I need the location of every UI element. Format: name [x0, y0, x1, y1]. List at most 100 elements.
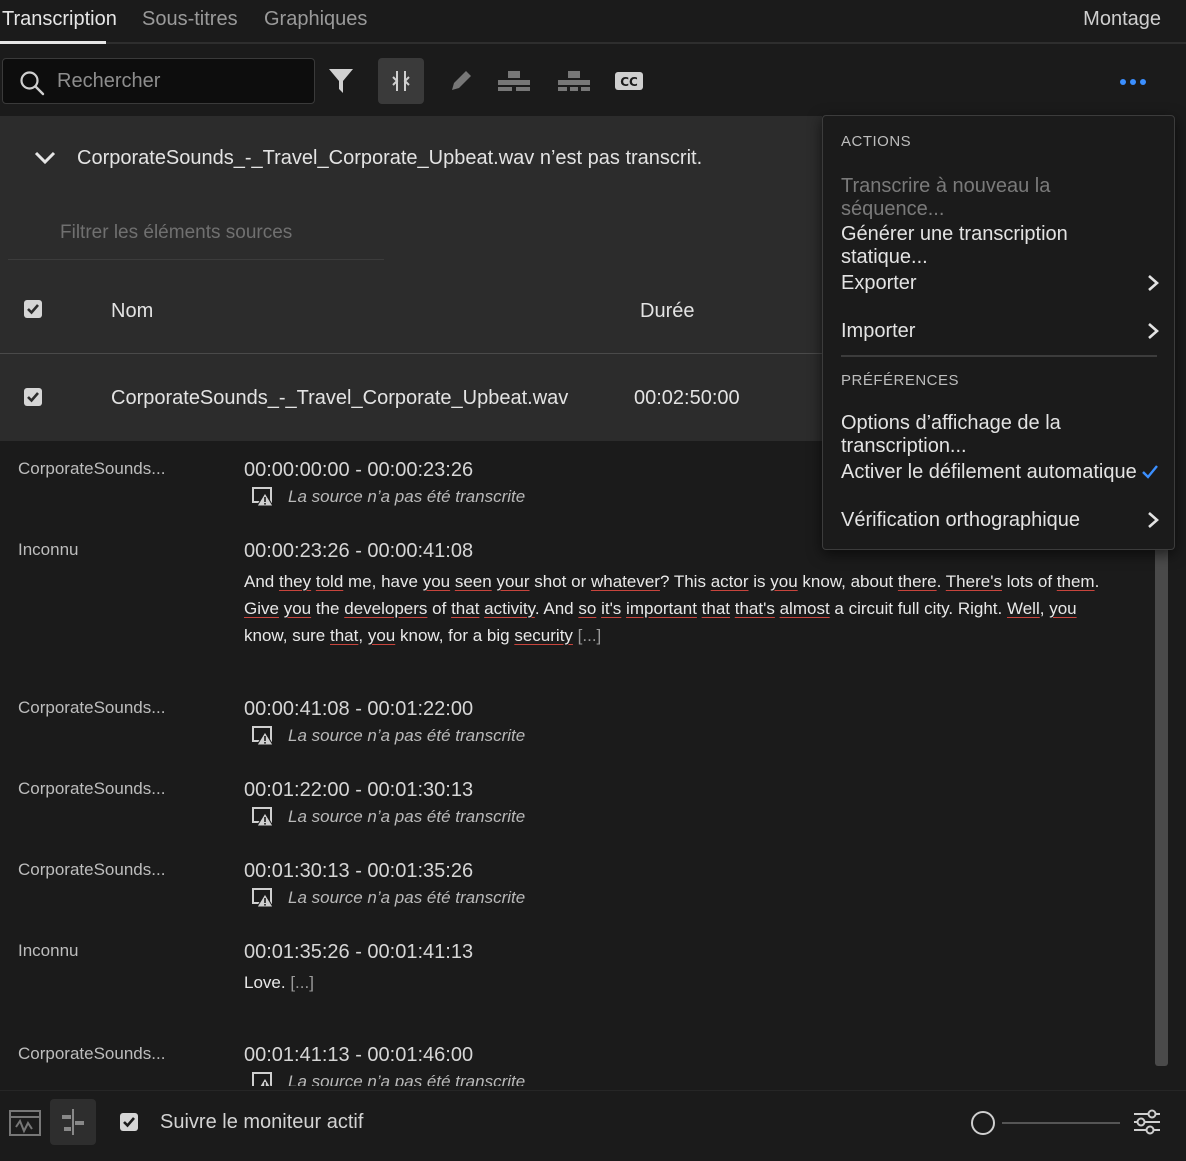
tab-subtitles[interactable]: Sous-titres — [142, 8, 238, 31]
menu-item-generate-static[interactable]: Générer une transcription statique... — [841, 223, 1159, 269]
transcript-word[interactable]: that's — [735, 599, 775, 618]
speaker-label[interactable]: CorporateSounds... — [18, 1044, 165, 1064]
segment-text[interactable]: And they told me, have you seen your sho… — [244, 568, 1114, 649]
column-header-name[interactable]: Nom — [111, 300, 153, 323]
transcript-word[interactable]: Well — [1007, 599, 1040, 618]
menu-item-autoscroll[interactable]: Activer le défilement automatique — [841, 461, 1159, 484]
column-header-duration[interactable]: Durée — [640, 300, 694, 323]
transcript-word[interactable]: know, for a big — [400, 626, 510, 645]
split-segment-icon[interactable] — [378, 58, 424, 104]
timeline-view-icon[interactable] — [50, 1099, 96, 1145]
transcript-word[interactable]: a circuit full city. Right. — [834, 599, 1002, 618]
transcript-word[interactable]: , — [1040, 599, 1045, 618]
transcript-word[interactable]: almost — [780, 599, 830, 618]
source-filter-input[interactable] — [60, 222, 360, 244]
sequence-view-icon[interactable] — [2, 1099, 48, 1145]
transcript-word[interactable]: . And — [535, 599, 574, 618]
filter-icon[interactable] — [318, 58, 364, 104]
active-tab-indicator — [0, 41, 106, 44]
transcript-segment[interactable]: CorporateSounds... 00:01:22:00 - 00:01:3… — [0, 779, 1150, 839]
transcript-word[interactable]: that — [330, 626, 358, 645]
transcript-segment[interactable]: CorporateSounds... 00:01:30:13 - 00:01:3… — [0, 860, 1150, 920]
not-transcribed-notice: CorporateSounds_-_Travel_Corporate_Upbea… — [0, 116, 822, 202]
transcript-word[interactable]: you — [423, 572, 450, 591]
search-input[interactable] — [57, 67, 297, 95]
speaker-label[interactable]: CorporateSounds... — [18, 698, 165, 718]
transcript-word[interactable]: know, about — [802, 572, 893, 591]
footer-bar: Suivre le moniteur actif — [0, 1090, 1186, 1161]
transcript-segment[interactable]: Inconnu 00:01:35:26 - 00:01:41:13 Love. … — [0, 941, 1150, 1011]
transcript-word[interactable]: them — [1057, 572, 1095, 591]
transcript-word[interactable]: they — [279, 572, 311, 591]
select-all-checkbox[interactable] — [24, 300, 42, 318]
source-panel: CorporateSounds_-_Travel_Corporate_Upbea… — [0, 116, 822, 441]
zoom-slider-track[interactable] — [1002, 1122, 1120, 1124]
transcript-segment[interactable]: CorporateSounds... 00:00:41:08 - 00:01:2… — [0, 698, 1150, 758]
transcript-word[interactable]: ? This — [660, 572, 706, 591]
transcript-word[interactable]: you — [1049, 599, 1076, 618]
speaker-label[interactable]: CorporateSounds... — [18, 459, 165, 479]
transcript-word[interactable]: that — [451, 599, 479, 618]
transcript-word[interactable]: shot or — [534, 572, 586, 591]
search-box[interactable] — [2, 58, 315, 104]
tab-transcription[interactable]: Transcription — [2, 8, 117, 31]
transcript-word[interactable]: it's — [601, 599, 621, 618]
transcript-word[interactable]: actor — [711, 572, 749, 591]
settings-sliders-icon[interactable] — [1124, 1099, 1170, 1145]
transcript-word[interactable]: seen — [455, 572, 492, 591]
transcript-word[interactable]: . — [937, 572, 942, 591]
menu-item-display-options[interactable]: Options d’affichage de la transcription.… — [841, 412, 1159, 458]
transcript-word[interactable]: There's — [946, 572, 1002, 591]
menu-item-retranscribe[interactable]: Transcrire à nouveau la séquence... — [841, 175, 1159, 221]
transcript-word[interactable]: lots of — [1007, 572, 1052, 591]
transcript-word[interactable]: you — [368, 626, 395, 645]
transcript-word[interactable]: , — [358, 626, 363, 645]
transcript-word[interactable]: developers — [344, 599, 427, 618]
transcript-word[interactable]: you — [284, 599, 311, 618]
transcript-word[interactable]: me, have — [348, 572, 418, 591]
transcript-word[interactable]: you — [770, 572, 797, 591]
transcript-word[interactable]: of — [432, 599, 446, 618]
captions-cc-icon[interactable]: CC — [606, 58, 652, 104]
transcript-word[interactable]: security — [514, 626, 573, 645]
transcript-word[interactable]: told — [316, 572, 343, 591]
not-transcribed-message: La source n’a pas été transcrite — [252, 1072, 525, 1086]
speaker-label[interactable]: CorporateSounds... — [18, 779, 165, 799]
more-options-icon[interactable] — [1113, 68, 1153, 96]
menu-item-export[interactable]: Exporter — [841, 272, 1159, 295]
transcript-word[interactable]: . — [1095, 572, 1100, 591]
transcript-word[interactable]: Give — [244, 599, 279, 618]
transcript-word[interactable]: important — [626, 599, 697, 618]
transcript-word[interactable]: And — [244, 572, 274, 591]
edit-pencil-icon[interactable] — [438, 58, 484, 104]
follow-monitor-checkbox[interactable] — [120, 1113, 138, 1131]
menu-item-import[interactable]: Importer — [841, 320, 1159, 343]
speaker-label[interactable]: Inconnu — [18, 941, 79, 961]
row-checkbox[interactable] — [24, 388, 42, 406]
transcript-word[interactable]: the — [316, 599, 340, 618]
scrollbar[interactable] — [1155, 520, 1168, 1066]
transcript-word[interactable]: your — [496, 572, 529, 591]
zoom-slider-handle[interactable] — [971, 1111, 995, 1135]
segment-text[interactable]: Love. [...] — [244, 969, 1114, 996]
speaker-label[interactable]: Inconnu — [18, 540, 79, 560]
transcript-word[interactable]: there — [898, 572, 937, 591]
tab-graphics[interactable]: Graphiques — [264, 8, 367, 31]
table-row[interactable]: CorporateSounds_-_Travel_Corporate_Upbea… — [0, 354, 822, 441]
split-speakers-icon[interactable] — [551, 58, 597, 104]
menu-item-spellcheck[interactable]: Vérification orthographique — [841, 509, 1159, 532]
transcript-word[interactable]: whatever — [591, 572, 660, 591]
menu-divider — [841, 355, 1157, 357]
transcript-segment[interactable]: Inconnu 00:00:23:26 - 00:00:41:08 And th… — [0, 540, 1150, 660]
transcript-word[interactable]: that — [702, 599, 730, 618]
transcript-word[interactable]: is — [753, 572, 765, 591]
workspace-menu[interactable]: Montage — [1083, 8, 1161, 31]
merge-segments-icon[interactable] — [491, 58, 537, 104]
segment-words[interactable]: Love. — [244, 973, 286, 992]
chevron-down-icon[interactable] — [34, 150, 56, 166]
transcript-word[interactable]: so — [578, 599, 596, 618]
transcript-word[interactable]: know, sure — [244, 626, 325, 645]
speaker-label[interactable]: CorporateSounds... — [18, 860, 165, 880]
transcript-segment[interactable]: CorporateSounds... 00:01:41:13 - 00:01:4… — [0, 1044, 1150, 1086]
transcript-word[interactable]: activity — [484, 599, 535, 618]
